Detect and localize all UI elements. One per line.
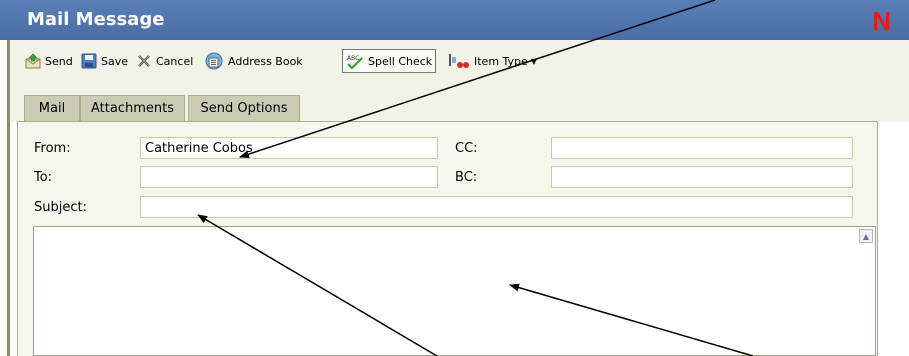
address-book-button[interactable]: Address Book: [204, 50, 303, 72]
address-book-icon: [204, 52, 224, 70]
tab-mail-label: Mail: [38, 101, 66, 116]
save-icon: [81, 53, 97, 69]
subject-label: Subject:: [34, 200, 87, 215]
spell-check-label: Spell Check: [368, 54, 433, 68]
from-label: From:: [34, 141, 71, 156]
tab-attachments-label: Attachments: [91, 101, 174, 116]
chevron-down-icon: ▼: [530, 56, 537, 66]
address-book-label: Address Book: [228, 54, 303, 68]
item-type-dropdown[interactable]: Item Type ▼: [448, 50, 537, 72]
item-type-icon: [448, 53, 470, 69]
toolbar: Send Save Cancel Address Book ABC Spell …: [10, 40, 909, 82]
svg-text:ABC: ABC: [347, 55, 359, 62]
tab-mail[interactable]: Mail: [24, 95, 80, 121]
cancel-button[interactable]: Cancel: [136, 50, 193, 72]
spell-check-button[interactable]: ABC Spell Check: [342, 49, 437, 73]
item-type-label: Item Type: [474, 54, 528, 68]
cc-label: CC:: [455, 141, 478, 156]
subject-field[interactable]: [140, 196, 853, 218]
to-field[interactable]: [140, 166, 438, 188]
tab-send-options-label: Send Options: [200, 101, 288, 116]
spell-check-icon: ABC: [346, 53, 364, 70]
title-bar: Mail Message N: [0, 0, 909, 40]
cancel-label: Cancel: [156, 54, 194, 68]
tab-send-options[interactable]: Send Options: [188, 95, 300, 121]
save-label: Save: [101, 54, 129, 68]
send-icon: [25, 53, 41, 69]
from-field[interactable]: Catherine Cobos: [140, 137, 438, 159]
window-title: Mail Message: [27, 9, 165, 30]
save-button[interactable]: Save: [81, 50, 128, 72]
scroll-up-arrow-icon[interactable]: ▲: [859, 229, 873, 243]
cc-field[interactable]: [551, 137, 853, 159]
to-label: To:: [34, 170, 53, 185]
bc-field[interactable]: [551, 166, 853, 188]
message-body-textarea[interactable]: ▲: [33, 226, 876, 356]
tab-attachments[interactable]: Attachments: [80, 95, 185, 121]
send-button[interactable]: Send: [25, 50, 73, 72]
bc-label: BC:: [455, 170, 478, 185]
send-label: Send: [45, 54, 73, 68]
cancel-icon: [136, 53, 152, 69]
novell-logo: N: [872, 6, 891, 36]
